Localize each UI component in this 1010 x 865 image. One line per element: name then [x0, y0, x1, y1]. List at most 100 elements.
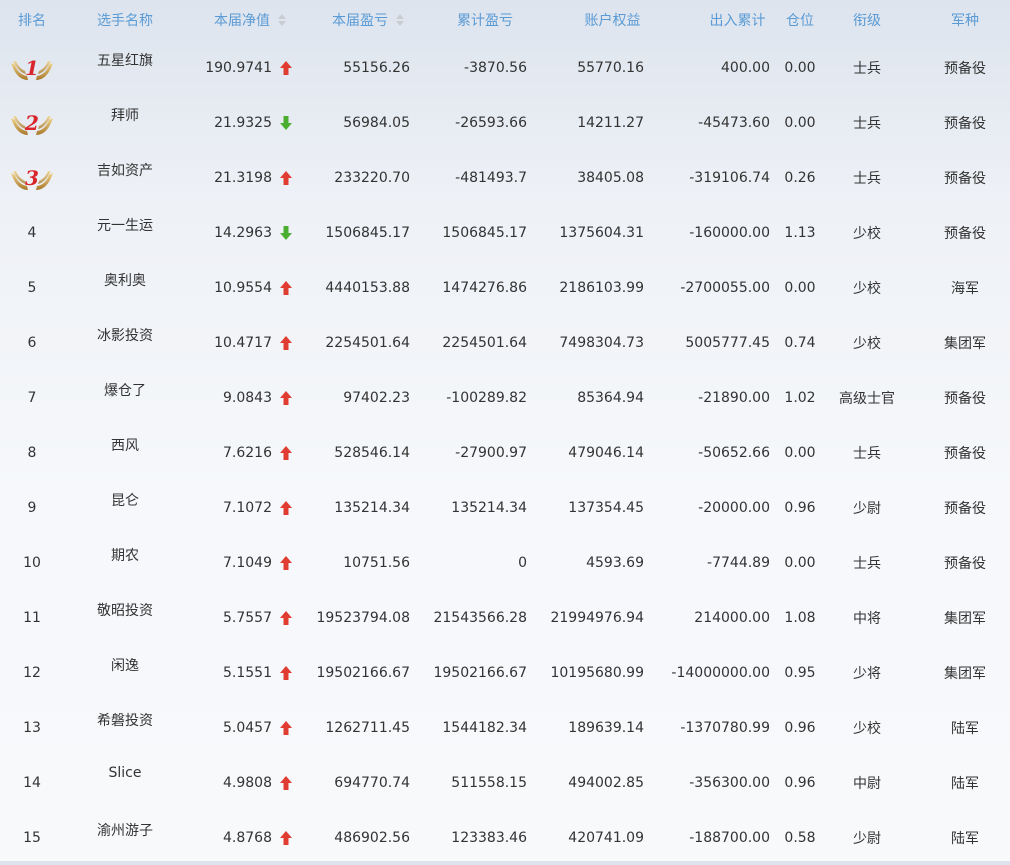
rank-cell: 4 [0, 205, 64, 260]
equity-value: 38405.08 [577, 169, 644, 186]
session-pl-value: 19523794.08 [316, 609, 410, 626]
nav-value: 7.6216 [223, 444, 272, 461]
cumulative-pl-value: 1506845.17 [442, 224, 527, 241]
session-pl-value: 2254501.64 [325, 334, 410, 351]
rank-cell: 7 [0, 370, 64, 425]
grade-value: 士兵 [853, 555, 881, 572]
player-name[interactable]: 拜师 [80, 95, 170, 150]
trend-up-arrow-icon [278, 315, 294, 370]
header-pl-sortable[interactable]: 本届盈亏 [318, 0, 413, 40]
arm-value: 预备役 [944, 115, 986, 132]
session-pl-value: 135214.34 [334, 499, 410, 516]
cumulative-pl-value: -3870.56 [464, 59, 527, 76]
equity-value: 7498304.73 [559, 334, 644, 351]
sort-icon[interactable] [396, 14, 404, 26]
rank-cell: 9 [0, 480, 64, 535]
nav-value: 7.1072 [223, 499, 272, 516]
inout-value: -21890.00 [698, 389, 770, 406]
equity-value: 479046.14 [568, 444, 644, 461]
cumulative-pl-value: 21543566.28 [433, 609, 527, 626]
table-row: 15 渝州游子 4.8768 486902.56 123383.46 420741.09 -… [0, 810, 1010, 865]
medal-wings-icon: 3 [9, 163, 55, 193]
session-pl-value: 55156.26 [343, 59, 410, 76]
arm-value: 海军 [951, 280, 979, 297]
player-name[interactable]: 元一生运 [80, 205, 170, 260]
table-row: 11 敬昭投资 5.7557 19523794.08 21543566.28 219949… [0, 590, 1010, 645]
table-row: 6 冰影投资 10.4717 2254501.64 2254501.64 7498304.… [0, 315, 1010, 370]
session-pl-value: 486902.56 [334, 829, 410, 846]
rank-cell: 13 [0, 700, 64, 755]
grade-value: 中尉 [853, 775, 881, 792]
arm-value: 陆军 [951, 720, 979, 737]
arm-value: 预备役 [944, 60, 986, 77]
grade-value: 少校 [853, 335, 881, 352]
header-grade: 衔级 [853, 13, 881, 29]
player-name[interactable]: 昆仑 [80, 480, 170, 535]
inout-value: -319106.74 [689, 169, 770, 186]
sort-icon[interactable] [278, 14, 286, 26]
equity-value: 137354.45 [568, 499, 644, 516]
player-name[interactable]: 渝州游子 [80, 810, 170, 865]
nav-value: 7.1049 [223, 554, 272, 571]
arm-value: 预备役 [944, 170, 986, 187]
header-rank: 排名 [18, 13, 46, 29]
trend-up-arrow-icon [278, 755, 294, 810]
player-name[interactable]: 期农 [80, 535, 170, 590]
cumulative-pl-value: 135214.34 [451, 499, 527, 516]
equity-value: 14211.27 [577, 114, 644, 131]
rank-number: 6 [27, 334, 37, 351]
player-name[interactable]: 西风 [80, 425, 170, 480]
player-name[interactable]: 冰影投资 [80, 315, 170, 370]
inout-value: 5005777.45 [685, 334, 770, 351]
session-pl-value: 1262711.45 [325, 719, 410, 736]
trend-up-arrow-icon [278, 810, 294, 865]
session-pl-value: 56984.05 [343, 114, 410, 131]
position-value: 0.74 [784, 334, 816, 351]
medal-wings-icon: 1 [9, 53, 55, 83]
equity-value: 55770.16 [577, 59, 644, 76]
player-name[interactable]: 敬昭投资 [80, 590, 170, 645]
position-value: 0.96 [784, 774, 816, 791]
table-row: 3 吉如资产 21.3198 233220.70 -481493.7 38405.08 -3… [0, 150, 1010, 205]
header-nav-sortable[interactable]: 本届净值 [200, 0, 295, 40]
arm-value: 陆军 [951, 830, 979, 847]
session-pl-value: 1506845.17 [325, 224, 410, 241]
player-name[interactable]: 五星红旗 [80, 40, 170, 95]
grade-value: 少校 [853, 720, 881, 737]
medal-rank-number: 3 [25, 165, 39, 190]
nav-value: 21.3198 [214, 169, 272, 186]
player-name[interactable]: 希磐投资 [80, 700, 170, 755]
trend-up-arrow-icon [278, 535, 294, 590]
inout-value: 400.00 [721, 59, 770, 76]
position-value: 0.00 [784, 279, 816, 296]
grade-value: 士兵 [853, 445, 881, 462]
inout-value: -2700055.00 [680, 279, 770, 296]
position-value: 0.00 [784, 554, 816, 571]
inout-value: -14000000.00 [671, 664, 770, 681]
table-header: 排名 选手名称 本届净值 本届盈亏 累计盈亏 账户权益 出入累计 仓位 衔级 军… [0, 0, 1010, 40]
grade-value: 士兵 [853, 170, 881, 187]
position-value: 1.02 [784, 389, 816, 406]
player-name[interactable]: 爆仓了 [80, 370, 170, 425]
arm-value: 预备役 [944, 555, 986, 572]
medal-wings-icon: 2 [9, 108, 55, 138]
grade-value: 士兵 [853, 115, 881, 132]
rank-number: 7 [27, 389, 37, 406]
player-name[interactable]: 吉如资产 [80, 150, 170, 205]
rank-number: 5 [27, 279, 37, 296]
nav-value: 5.0457 [223, 719, 272, 736]
session-pl-value: 19502166.67 [316, 664, 410, 681]
arm-value: 集团军 [944, 335, 986, 352]
equity-value: 10195680.99 [550, 664, 644, 681]
player-name[interactable]: 闲逸 [80, 645, 170, 700]
grade-value: 少将 [853, 665, 881, 682]
grade-value: 高级士官 [839, 390, 895, 407]
table-row: 7 爆仓了 9.0843 97402.23 -100289.82 85364.94 -218… [0, 370, 1010, 425]
player-name[interactable]: 奥利奥 [80, 260, 170, 315]
inout-value: -188700.00 [689, 829, 770, 846]
player-name[interactable]: Slice [80, 755, 170, 810]
trend-up-arrow-icon [278, 370, 294, 425]
session-pl-value: 233220.70 [334, 169, 410, 186]
cumulative-pl-value: 123383.46 [451, 829, 527, 846]
header-nav-label: 本届净值 [214, 13, 270, 29]
